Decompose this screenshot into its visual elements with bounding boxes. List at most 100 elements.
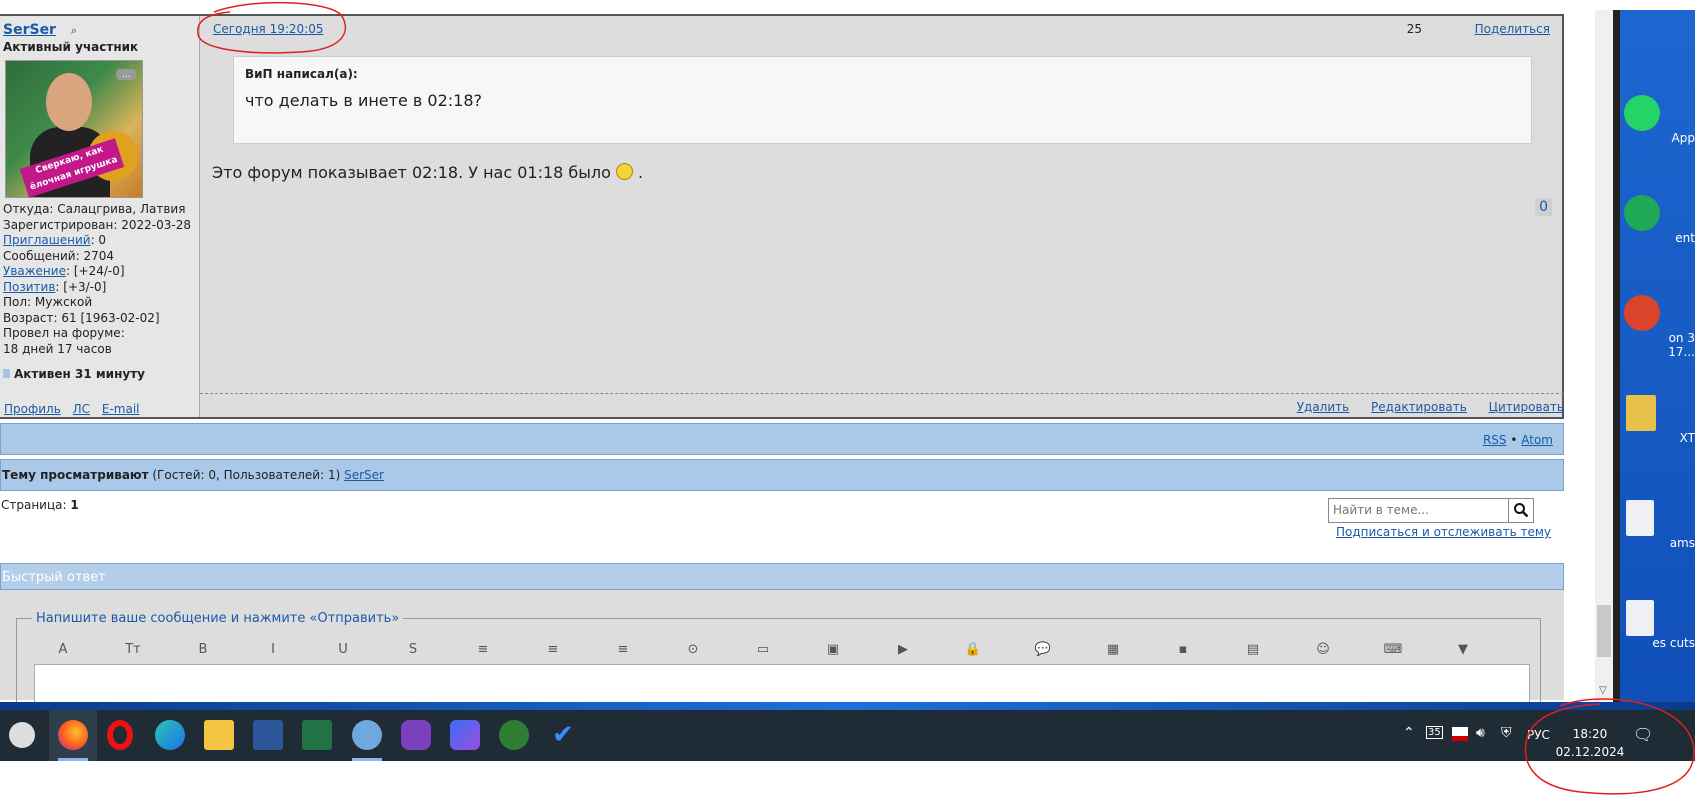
- author-name[interactable]: SerSer ⌕: [3, 22, 199, 38]
- author-links: Профиль ЛС E-mail: [4, 402, 147, 416]
- align-left-icon[interactable]: ≡: [472, 640, 494, 660]
- whatsapp-icon: [1624, 195, 1660, 231]
- search-button[interactable]: [1508, 499, 1533, 522]
- page-scrollbar[interactable]: [1595, 10, 1613, 702]
- file-icon: [1626, 395, 1656, 431]
- open-indicator: [352, 758, 382, 761]
- table-icon[interactable]: ▦: [1102, 640, 1124, 660]
- keyboard-icon[interactable]: ⌨: [1382, 640, 1404, 660]
- folder-icon[interactable]: [204, 720, 234, 750]
- delete-link[interactable]: Удалить: [1297, 400, 1350, 414]
- shield-icon[interactable]: ⛨: [1501, 725, 1512, 741]
- scroll-down-icon[interactable]: ▽: [1599, 685, 1607, 696]
- scrollbar-thumb[interactable]: [1597, 605, 1611, 657]
- atom-link[interactable]: Atom: [1521, 433, 1553, 447]
- align-center-icon[interactable]: ≡: [542, 640, 564, 660]
- quote-block: ВиП написал(а): что делать в инете в 02:…: [233, 56, 1532, 144]
- pagination: Страница: 1: [1, 498, 79, 512]
- taskbar: ✔ ⌃ 35 🔊︎ ⛨ РУС 18:20 02.12.2024 🗨︎: [0, 710, 1695, 761]
- comment-icon[interactable]: 💬: [1032, 640, 1054, 660]
- invites-link[interactable]: Приглашений: [3, 233, 91, 247]
- respect-link[interactable]: Уважение: [3, 264, 66, 278]
- vpn-icon[interactable]: [401, 720, 431, 750]
- xbox-icon[interactable]: [499, 720, 529, 750]
- subscribe-link[interactable]: Подписаться и отслеживать тему: [1336, 525, 1551, 539]
- current-page: 1: [70, 498, 79, 512]
- author-role: Активный участник: [3, 40, 139, 54]
- email-link[interactable]: E-mail: [102, 402, 140, 416]
- app-icon[interactable]: [450, 720, 480, 750]
- todo-check-icon[interactable]: ✔: [548, 720, 578, 750]
- gallery-icon[interactable]: ▣: [822, 640, 844, 660]
- message-textarea[interactable]: [34, 664, 1530, 706]
- viewers-label: Тему просматривают: [2, 468, 149, 482]
- flag-icon[interactable]: [1452, 727, 1468, 741]
- positive-link[interactable]: Позитив: [3, 280, 55, 294]
- lock-icon[interactable]: 🔒: [962, 640, 984, 660]
- search-icon: [1514, 503, 1529, 518]
- post-number: 25: [1406, 22, 1422, 36]
- volume-icon[interactable]: 🔊︎: [1476, 725, 1485, 741]
- word-icon[interactable]: [253, 720, 283, 750]
- desktop-icon-app3[interactable]: on 3 17...: [1620, 295, 1695, 359]
- underline-icon[interactable]: U: [332, 640, 354, 660]
- author-registered: Зарегистрирован: 2022-03-28: [3, 217, 191, 232]
- desktop-icon-shortcuts[interactable]: es cuts: [1620, 600, 1695, 650]
- color-icon[interactable]: ▪: [1172, 640, 1194, 660]
- video-icon[interactable]: ▶: [892, 640, 914, 660]
- rss-link[interactable]: RSS: [1483, 433, 1507, 447]
- font-size-icon[interactable]: Tт: [122, 640, 144, 660]
- quote-link[interactable]: Цитировать: [1489, 400, 1564, 414]
- dropdown-icon[interactable]: ▼: [1452, 640, 1474, 660]
- desktop-icon-teams[interactable]: ams: [1620, 500, 1695, 550]
- bold-icon[interactable]: B: [192, 640, 214, 660]
- author-positive: Позитив: [+3/-0]: [3, 279, 107, 294]
- desktop-background: App ent on 3 17... XT ams es cuts: [1620, 10, 1695, 702]
- image-icon[interactable]: ▭: [752, 640, 774, 660]
- like-counter[interactable]: 0: [1535, 198, 1552, 216]
- font-icon[interactable]: A: [52, 640, 74, 660]
- italic-icon[interactable]: I: [262, 640, 284, 660]
- strike-icon[interactable]: S: [402, 640, 424, 660]
- notification-icon[interactable]: 🗨︎: [1633, 725, 1653, 744]
- desktop-icon-whatsapp[interactable]: App: [1620, 95, 1695, 145]
- author-active-status: Активен 31 минуту: [3, 367, 145, 381]
- viewer-user-link[interactable]: SerSer: [344, 468, 384, 482]
- list-icon[interactable]: ▤: [1242, 640, 1264, 660]
- topic-search: [1328, 498, 1534, 523]
- share-link[interactable]: Поделиться: [1475, 22, 1550, 36]
- profile-link[interactable]: Профиль: [4, 402, 61, 416]
- post-author-panel: SerSer ⌕ Активный участник Сверкаю, как …: [0, 16, 200, 417]
- avatar[interactable]: Сверкаю, как ёлочная игрушка ...: [5, 60, 143, 198]
- clock[interactable]: 18:20 02.12.2024: [1540, 725, 1640, 761]
- align-right-icon[interactable]: ≡: [612, 640, 634, 660]
- edit-link[interactable]: Редактировать: [1371, 400, 1467, 414]
- opera-icon[interactable]: [107, 720, 133, 750]
- desktop-icon-whatsapp-client[interactable]: ent: [1620, 195, 1695, 245]
- chevron-up-icon[interactable]: ⌃: [1403, 725, 1415, 741]
- editor-toolbar: A Tт B I U S ≡ ≡ ≡ ⊙ ▭ ▣ ▶ 🔒 💬 ▦ ▪ ▤ ☺ ⌨ ▼: [52, 640, 1492, 660]
- post-time-link[interactable]: Сегодня 19:20:05: [213, 22, 323, 36]
- clock-time: 18:20: [1572, 727, 1608, 741]
- author-time-label: Провел на форуме:: [3, 326, 125, 340]
- reply-legend: Напишите ваше сообщение и нажмите «Отпра…: [32, 611, 404, 626]
- quick-reply-header: Быстрый ответ: [0, 563, 1564, 590]
- link-icon[interactable]: ⊙: [682, 640, 704, 660]
- author-from: Откуда: Салацгрива, Латвия: [3, 202, 186, 216]
- temperature-badge[interactable]: 35: [1426, 726, 1443, 739]
- excel-icon[interactable]: [302, 720, 332, 750]
- desktop-icon-txt[interactable]: XT: [1620, 395, 1695, 445]
- search-icon[interactable]: ⌕: [71, 24, 77, 37]
- search-input[interactable]: [1329, 499, 1507, 520]
- feed-separator: •: [1510, 433, 1518, 447]
- avatar-more-button[interactable]: ...: [116, 69, 136, 80]
- firefox-icon[interactable]: [58, 720, 88, 750]
- edge-icon[interactable]: [155, 720, 185, 750]
- author-posts: Сообщений: 2704: [3, 248, 114, 263]
- paint-icon[interactable]: [352, 720, 382, 750]
- system-icon[interactable]: [9, 722, 35, 748]
- smiley-icon[interactable]: ☺: [1312, 640, 1334, 660]
- feeds-bar: RSS • Atom: [0, 423, 1564, 455]
- pm-link[interactable]: ЛС: [73, 402, 90, 416]
- document-icon: [1626, 500, 1654, 536]
